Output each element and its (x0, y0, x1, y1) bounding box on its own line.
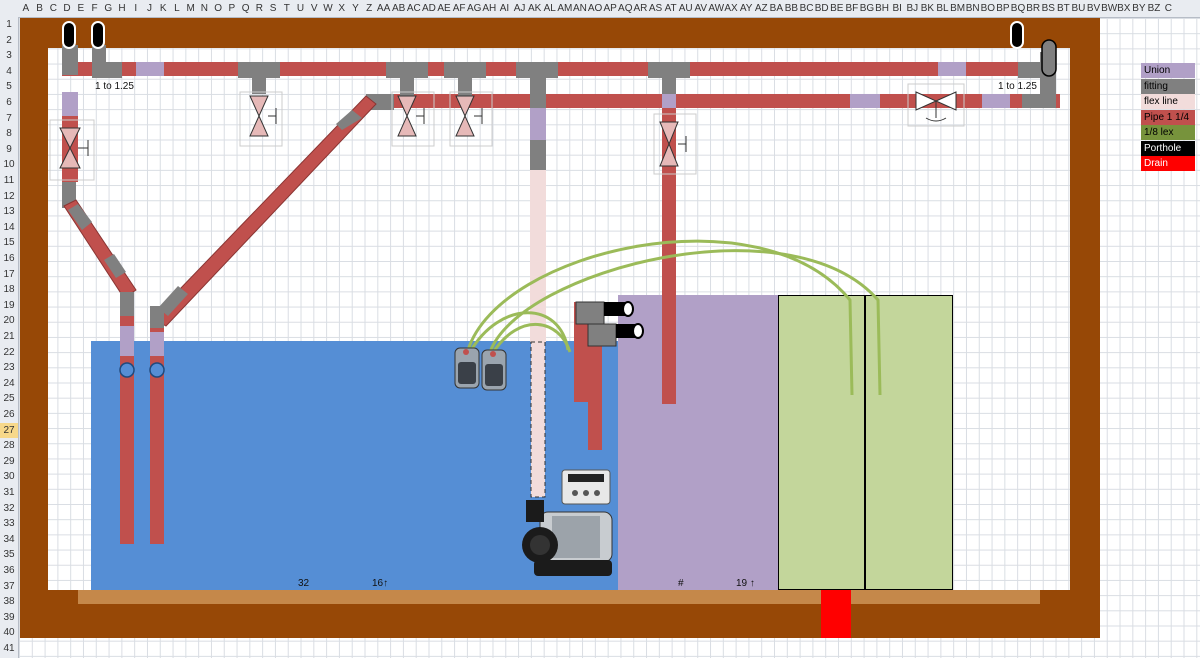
legend-item-flex-line: flex line (1141, 94, 1195, 109)
left-overflow-strainer (119, 362, 135, 378)
valve-ball-right (907, 83, 965, 127)
legend-item-lex: 1/8 lex (1141, 125, 1195, 140)
tank-number-label: 32 (298, 578, 310, 589)
fitting-f-vertical (92, 45, 106, 75)
right-overflow-union (150, 332, 164, 356)
legend-item-pipe: Pipe 1 1/4 (1141, 109, 1195, 125)
tee-ae-stem (458, 78, 472, 96)
plumbing-diagram (49, 21, 1060, 576)
tee-y (386, 62, 428, 78)
size-label-right: 1 to 1.25 (998, 81, 1037, 92)
porthole-top-f (91, 21, 105, 49)
left-overflow-elbow (120, 292, 134, 316)
valve-gate-q (239, 91, 283, 147)
powerhead-2 (481, 349, 507, 391)
legend-item-fitting: fitting (1141, 78, 1195, 94)
left-drop-fitting (62, 45, 78, 75)
union-bo (982, 94, 1010, 108)
tee-aj (516, 62, 558, 78)
union-i (136, 62, 164, 76)
sump-elbow-lower (587, 323, 617, 347)
aj-fitting (530, 140, 546, 170)
powerhead-1 (454, 347, 480, 389)
legend-item-porthole: Porthole (1141, 140, 1195, 156)
porthole-top-bq (1010, 21, 1024, 49)
return-pump (522, 500, 613, 576)
sump-flow-label: 19 ↑ (736, 578, 755, 589)
porthole-top-bs (1041, 39, 1057, 77)
pump-controller (561, 469, 611, 505)
right-overflow-strainer (149, 362, 165, 378)
tee-as (648, 62, 690, 78)
porthole-top-d (62, 21, 76, 49)
legend: Union fitting flex line Pipe 1 1/4 1/8 l… (1141, 63, 1195, 172)
tee-as-stem (662, 78, 676, 94)
size-label-left: 1 to 1.25 (95, 81, 134, 92)
sump-hash-label: # (678, 578, 684, 589)
tee-q (238, 62, 280, 78)
aj-union (530, 108, 546, 140)
sump-return-lower (588, 340, 602, 450)
sump-elbow-upper (575, 301, 605, 325)
left-union-1 (62, 92, 78, 116)
right-overflow-pipe (150, 328, 164, 544)
right-overflow-elbow (150, 306, 164, 330)
union-bf (850, 94, 880, 108)
union-bl (938, 62, 966, 76)
porthole-upper-end (622, 301, 634, 317)
tank-flow-label: 16↑ (372, 578, 389, 589)
legend-item-union: Union (1141, 63, 1195, 78)
right-lower-elbow (1022, 94, 1056, 108)
tee-ae (444, 62, 486, 78)
porthole-lower-end (632, 323, 644, 339)
tee-y-stem (400, 78, 414, 96)
aj-flex-in-tank (530, 341, 546, 498)
left-overflow-union (120, 326, 134, 356)
tee-aj-stem (530, 78, 546, 108)
legend-item-drain: Drain (1141, 156, 1195, 171)
airline-1 (466, 239, 854, 396)
as-union (662, 94, 676, 108)
